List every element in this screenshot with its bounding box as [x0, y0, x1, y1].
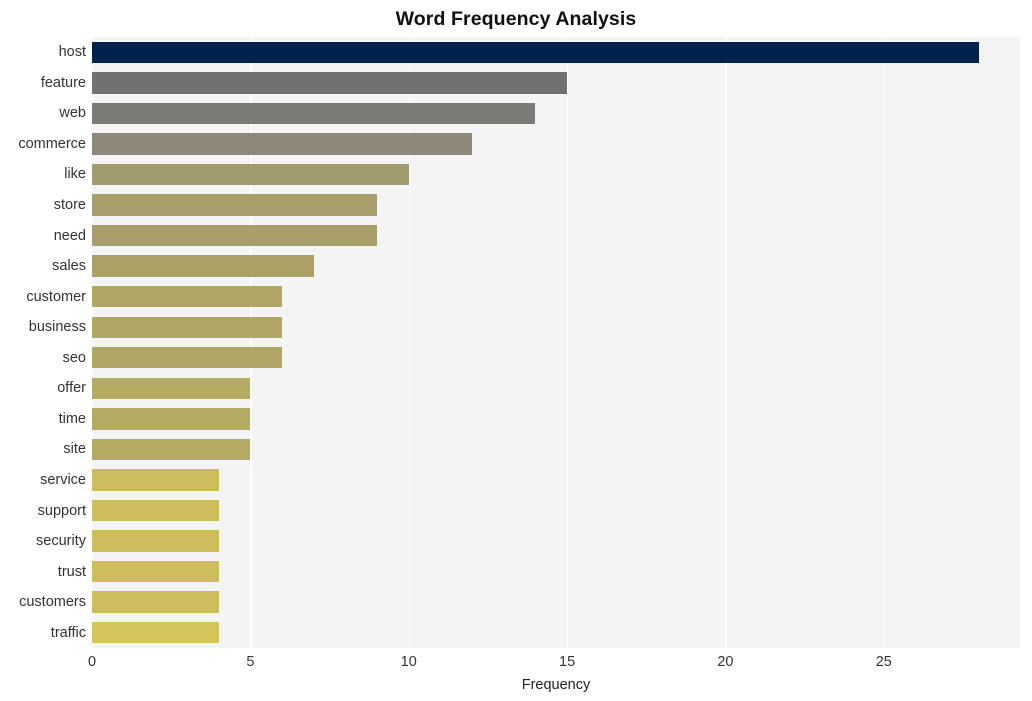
bar-row — [92, 194, 1020, 216]
bar-row — [92, 469, 1020, 491]
bar-row — [92, 41, 1020, 63]
page-title: Word Frequency Analysis — [395, 8, 637, 30]
x-tick-label-0: 0 — [87, 654, 97, 670]
y-tick-label-service: service — [40, 471, 86, 488]
bar-seo[interactable] — [92, 347, 283, 369]
bar-row — [92, 72, 1020, 94]
bar-sales[interactable] — [92, 255, 314, 277]
y-tick-label-store: store — [53, 197, 86, 214]
x-axis: 0 5 10 15 20 25 Frequency — [0, 648, 1032, 701]
y-tick-label-customer: customer — [26, 288, 86, 305]
bar-row — [92, 255, 1020, 277]
bar-customer[interactable] — [92, 285, 283, 308]
x-tick-label-5: 5 — [246, 654, 255, 670]
y-axis-labels: host feature web commerce like store need sales… — [0, 37, 86, 648]
bar-time[interactable] — [92, 408, 251, 430]
bar-customers[interactable] — [92, 591, 219, 613]
bar-row — [92, 499, 1020, 522]
bar-row — [92, 408, 1020, 430]
x-tick-label-10: 10 — [400, 654, 417, 670]
plot-area — [92, 37, 1020, 648]
bar-web[interactable] — [92, 102, 536, 125]
bar-row — [92, 560, 1020, 583]
y-tick-label-offer: offer — [57, 380, 86, 397]
bars-container — [92, 37, 1020, 648]
x-tick-label-20: 20 — [717, 654, 734, 670]
bar-row — [92, 224, 1020, 247]
bar-row — [92, 591, 1020, 613]
bar-row — [92, 530, 1020, 552]
bar-offer[interactable] — [92, 377, 251, 399]
bar-store[interactable] — [92, 194, 378, 216]
bar-service[interactable] — [92, 469, 219, 491]
x-tick-label-25: 25 — [875, 654, 892, 670]
bar-row — [92, 622, 1020, 644]
bar-business[interactable] — [92, 316, 283, 338]
y-tick-label-time: time — [58, 410, 86, 427]
bar-row — [92, 377, 1020, 399]
y-tick-label-business: business — [28, 319, 86, 336]
bar-commerce[interactable] — [92, 133, 473, 155]
y-tick-label-support: support — [37, 502, 86, 519]
bar-traffic[interactable] — [92, 622, 219, 644]
y-tick-label-like: like — [64, 166, 86, 183]
y-tick-label-commerce: commerce — [18, 135, 86, 152]
y-tick-label-site: site — [63, 441, 86, 458]
bar-row — [92, 347, 1020, 369]
x-axis-title: Frequency — [521, 677, 591, 693]
bar-row — [92, 438, 1020, 461]
word-frequency-chart-figure: Word Frequency Analysis host feature web co… — [0, 0, 1032, 701]
bar-need[interactable] — [92, 224, 378, 247]
bar-row — [92, 133, 1020, 155]
y-tick-label-need: need — [53, 227, 86, 244]
bar-row — [92, 163, 1020, 186]
bar-row — [92, 316, 1020, 338]
y-tick-label-customers: customers — [19, 594, 86, 611]
y-tick-label-web: web — [59, 105, 86, 122]
bar-feature[interactable] — [92, 72, 568, 94]
bar-security[interactable] — [92, 530, 219, 552]
bar-trust[interactable] — [92, 560, 219, 583]
bar-row — [92, 285, 1020, 308]
y-tick-label-seo: seo — [62, 349, 86, 366]
y-tick-label-sales: sales — [52, 258, 86, 275]
bar-like[interactable] — [92, 163, 409, 186]
bar-row — [92, 102, 1020, 125]
y-tick-label-feature: feature — [40, 74, 86, 91]
y-tick-label-trust: trust — [57, 563, 86, 580]
y-tick-label-traffic: traffic — [50, 624, 86, 641]
bar-support[interactable] — [92, 499, 219, 522]
bar-site[interactable] — [92, 438, 251, 461]
y-tick-label-security: security — [36, 533, 86, 550]
bar-host[interactable] — [92, 41, 979, 63]
x-tick-label-15: 15 — [559, 654, 576, 670]
y-tick-label-host: host — [58, 44, 86, 61]
